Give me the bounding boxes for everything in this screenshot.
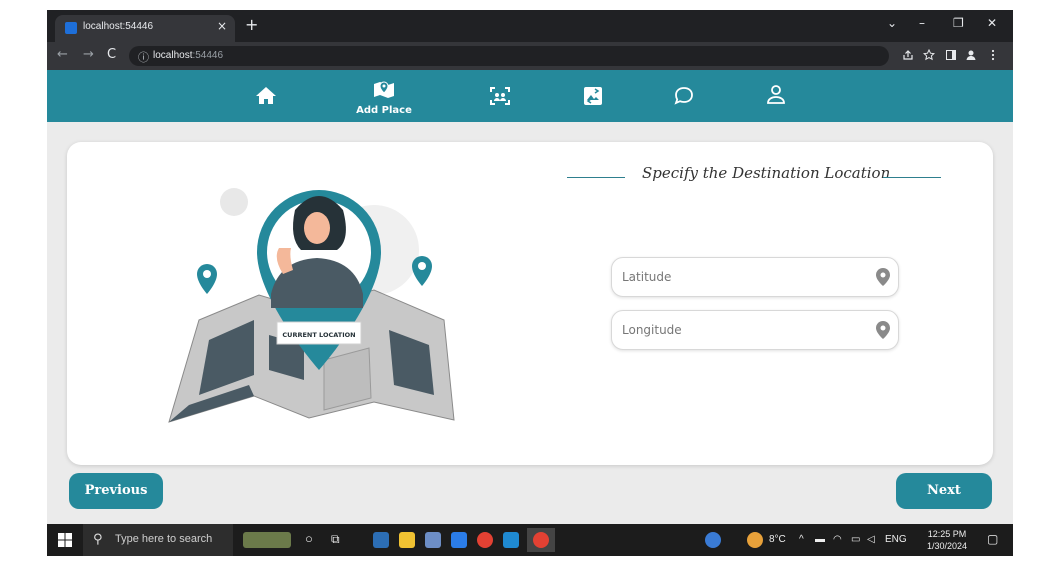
kebab-menu-icon[interactable] (987, 49, 999, 61)
os-taskbar: ⚲ Type here to search ○ ⧉ 8°C ^ ▬ ◠ ▭ ◁ … (47, 524, 1013, 556)
mail-icon[interactable] (451, 532, 467, 548)
notes-app-icon[interactable] (373, 532, 389, 548)
current-location-illustration: CURRENT LOCATION (168, 188, 455, 423)
title-rule-left (567, 177, 625, 178)
url-field[interactable]: ⓘ localhost:54446 (129, 46, 889, 66)
nav-home[interactable] (231, 70, 301, 122)
clock-date: 1/30/2024 (927, 541, 968, 551)
nav-profile[interactable] (741, 70, 811, 122)
title-rule-right (883, 177, 941, 178)
app-nav-bar: Add Place (47, 70, 1013, 122)
url-port: :54446 (192, 50, 224, 61)
previous-button[interactable]: Previous (69, 473, 163, 509)
volume-icon[interactable]: ◁ (867, 534, 875, 545)
search-highlight-icon[interactable] (243, 532, 291, 548)
profile-icon[interactable] (965, 49, 977, 61)
taskbar-search-box[interactable]: ⚲ Type here to search (83, 524, 233, 556)
nav-scan[interactable] (465, 70, 535, 122)
tab-strip: localhost:54446 × + ⌄ – ❐ ✕ (47, 10, 1013, 42)
image-swap-icon (584, 87, 602, 105)
tray-chevron-icon[interactable]: ^ (799, 534, 804, 545)
side-panel-icon[interactable] (945, 49, 957, 61)
new-tab-icon[interactable]: + (245, 17, 258, 33)
weather-icon[interactable] (747, 532, 763, 548)
user-icon (767, 85, 785, 104)
clock-time: 12:25 PM (927, 529, 967, 539)
location-card: CURRENT LOCATION Specify the Destination… (67, 142, 993, 465)
chrome-icon[interactable] (477, 532, 493, 548)
cortana-icon[interactable]: ○ (305, 531, 313, 546)
map-pin-icon (374, 81, 394, 98)
tab-close-icon[interactable]: × (217, 19, 227, 33)
url-text: localhost:54446 (153, 50, 223, 61)
tab-title: localhost:54446 (83, 21, 154, 32)
nav-add-place-label: Add Place (356, 105, 412, 116)
battery-icon[interactable]: ▬ (815, 534, 825, 545)
weather-temp[interactable]: 8°C (769, 534, 786, 545)
chat-bubble-icon (674, 87, 693, 105)
location-pin-icon (876, 268, 890, 286)
longitude-input[interactable] (622, 320, 862, 340)
reload-icon[interactable]: C (107, 48, 116, 62)
taskbar-search-placeholder: Type here to search (115, 533, 213, 545)
restore-icon[interactable]: ❐ (953, 16, 964, 30)
nav-chat[interactable] (649, 70, 719, 122)
tab-search-icon[interactable]: ⌄ (887, 16, 897, 30)
forward-icon[interactable]: → (83, 48, 94, 62)
windows-start-icon[interactable] (58, 533, 72, 547)
browser-window: localhost:54446 × + ⌄ – ❐ ✕ ← → C ⓘ loca… (47, 10, 1013, 556)
back-icon[interactable]: ← (57, 48, 68, 62)
share-icon[interactable] (902, 49, 914, 61)
longitude-field[interactable] (611, 310, 899, 350)
nav-gallery[interactable] (558, 70, 628, 122)
task-view-icon[interactable]: ⧉ (331, 532, 340, 547)
minimize-icon[interactable]: – (919, 16, 925, 30)
form-title: Specify the Destination Location (642, 164, 891, 182)
next-button[interactable]: Next (896, 473, 992, 509)
file-explorer-icon[interactable] (399, 532, 415, 548)
favicon-icon (65, 22, 77, 34)
nav-add-place[interactable]: Add Place (349, 70, 419, 122)
address-bar: ← → C ⓘ localhost:54446 (47, 42, 1013, 70)
vscode-icon[interactable] (503, 532, 519, 548)
info-icon[interactable]: ⓘ (138, 49, 149, 65)
url-host: localhost (153, 50, 193, 61)
taskbar-clock[interactable]: 12:25 PM 1/30/2024 (927, 528, 967, 552)
network-app-icon[interactable] (425, 532, 441, 548)
bookmark-star-icon[interactable] (923, 49, 935, 61)
browser-tab[interactable]: localhost:54446 × (55, 15, 235, 42)
home-icon (256, 87, 276, 104)
help-app-icon[interactable] (705, 532, 721, 548)
monitor-icon[interactable]: ▭ (851, 534, 860, 545)
latitude-field[interactable] (611, 257, 899, 297)
wifi-icon[interactable]: ◠ (833, 534, 842, 545)
group-scan-icon (490, 87, 510, 105)
latitude-input[interactable] (622, 267, 862, 287)
language-indicator[interactable]: ENG (885, 534, 907, 545)
notification-icon[interactable]: ▢ (987, 532, 998, 546)
search-icon: ⚲ (93, 532, 103, 547)
close-window-icon[interactable]: ✕ (987, 16, 997, 30)
location-pin-icon (876, 321, 890, 339)
chrome-active-icon[interactable] (527, 528, 555, 552)
illustration-badge-text: CURRENT LOCATION (282, 331, 355, 339)
